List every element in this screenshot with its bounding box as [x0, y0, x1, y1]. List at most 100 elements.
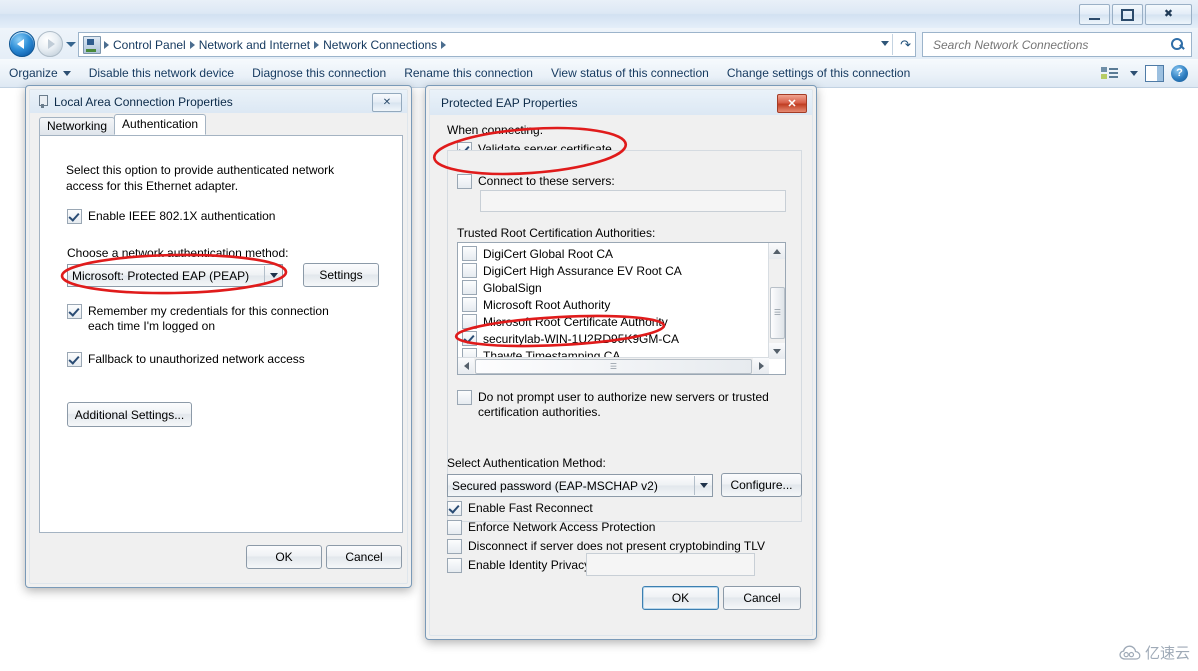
tab-authentication[interactable]: Authentication: [114, 114, 207, 135]
close-button[interactable]: ✖: [1145, 4, 1192, 25]
back-button[interactable]: [9, 31, 35, 57]
list-item[interactable]: GlobalSign: [458, 279, 768, 296]
enable-8021x-checkbox[interactable]: [67, 209, 82, 224]
explorer-window: ✖ Control Panel Network and Internet Net…: [0, 0, 1198, 671]
diagnose-connection-button[interactable]: Diagnose this connection: [243, 66, 395, 80]
breadcrumb-separator-icon: [441, 40, 447, 49]
organize-menu[interactable]: Organize: [0, 66, 80, 80]
enable-fast-reconnect-checkbox[interactable]: [447, 501, 462, 516]
trusted-roots-horizontal-scrollbar[interactable]: ☰: [458, 357, 769, 374]
lan-cancel-button[interactable]: Cancel: [326, 545, 402, 569]
peap-dialog-close-button[interactable]: ✕: [777, 94, 807, 113]
trusted-root-checkbox[interactable]: [462, 331, 477, 346]
arrow-left-icon: [17, 39, 24, 49]
servers-input[interactable]: [480, 190, 786, 212]
list-item[interactable]: DigiCert High Assurance EV Root CA: [458, 262, 768, 279]
breadcrumb-network-connections[interactable]: Network Connections: [319, 38, 441, 52]
breadcrumb-control-panel[interactable]: Control Panel: [109, 38, 190, 52]
disable-device-button[interactable]: Disable this network device: [80, 66, 243, 80]
scroll-up-button[interactable]: [769, 243, 785, 259]
enforce-nap-checkbox[interactable]: [447, 520, 462, 535]
trusted-root-label: securitylab-WIN-1U2RD95K9GM-CA: [483, 331, 680, 346]
views-chevron-down-icon[interactable]: [1130, 70, 1138, 76]
thumb-grip-icon: ☰: [773, 308, 782, 317]
list-item[interactable]: Microsoft Root Authority: [458, 296, 768, 313]
trusted-root-checkbox[interactable]: [462, 263, 477, 278]
lan-dialog-close-button[interactable]: ✕: [372, 93, 402, 112]
restore-icon: [1121, 8, 1134, 21]
change-settings-button[interactable]: Change settings of this connection: [718, 66, 919, 80]
enable-fast-reconnect-row[interactable]: Enable Fast Reconnect: [447, 501, 593, 516]
forward-button[interactable]: [37, 31, 63, 57]
do-not-prompt-checkbox[interactable]: [457, 390, 472, 405]
refresh-icon[interactable]: ↷: [900, 36, 911, 53]
close-icon: ✕: [787, 98, 797, 110]
minimize-button[interactable]: [1079, 4, 1110, 25]
trusted-root-checkbox[interactable]: [462, 314, 477, 329]
fallback-checkbox-row[interactable]: Fallback to unauthorized network access: [67, 352, 367, 367]
trusted-root-checkbox[interactable]: [462, 280, 477, 295]
disconnect-cryptobinding-checkbox[interactable]: [447, 539, 462, 554]
chevron-down-icon[interactable]: [694, 476, 712, 495]
do-not-prompt-row[interactable]: Do not prompt user to authorize new serv…: [457, 390, 777, 420]
auth-method-combobox[interactable]: Microsoft: Protected EAP (PEAP): [67, 264, 283, 287]
view-status-button[interactable]: View status of this connection: [542, 66, 718, 80]
help-icon[interactable]: ?: [1171, 64, 1188, 82]
trusted-root-label: DigiCert Global Root CA: [483, 246, 614, 261]
lan-ok-button[interactable]: OK: [246, 545, 322, 569]
configure-button[interactable]: Configure...: [721, 473, 802, 497]
scrollbar-thumb[interactable]: ☰: [770, 287, 785, 339]
disconnect-cryptobinding-row[interactable]: Disconnect if server does not present cr…: [447, 539, 765, 554]
settings-button[interactable]: Settings: [303, 263, 379, 287]
additional-settings-button[interactable]: Additional Settings...: [67, 402, 192, 427]
search-input[interactable]: [931, 34, 1168, 55]
recent-pages-chevron-icon[interactable]: [66, 42, 76, 47]
trusted-roots-vertical-scrollbar[interactable]: ☰: [768, 243, 785, 359]
trusted-roots-listbox[interactable]: DigiCert Global Root CA DigiCert High As…: [457, 242, 786, 375]
enforce-nap-row[interactable]: Enforce Network Access Protection: [447, 520, 655, 535]
scroll-left-button[interactable]: [458, 358, 474, 374]
enable-8021x-checkbox-row[interactable]: Enable IEEE 802.1X authentication: [67, 209, 367, 224]
rename-connection-button[interactable]: Rename this connection: [395, 66, 542, 80]
trusted-root-label: DigiCert High Assurance EV Root CA: [483, 263, 682, 278]
search-icon: [1168, 35, 1188, 55]
breadcrumb-network-and-internet[interactable]: Network and Internet: [195, 38, 314, 52]
tab-networking[interactable]: Networking: [39, 117, 116, 135]
list-item[interactable]: securitylab-WIN-1U2RD95K9GM-CA: [458, 330, 768, 347]
preview-pane-icon[interactable]: [1145, 64, 1164, 82]
enable-identity-privacy-checkbox[interactable]: [447, 558, 462, 573]
remember-credentials-checkbox[interactable]: [67, 304, 82, 319]
enable-identity-privacy-row[interactable]: Enable Identity Privacy: [447, 558, 590, 573]
enable-identity-privacy-label: Enable Identity Privacy: [468, 558, 591, 572]
enable-8021x-label: Enable IEEE 802.1X authentication: [88, 209, 276, 223]
identity-privacy-input[interactable]: [586, 553, 755, 576]
trusted-root-checkbox[interactable]: [462, 297, 477, 312]
fallback-checkbox[interactable]: [67, 352, 82, 367]
peap-dialog-title: Protected EAP Properties: [441, 95, 578, 110]
peap-ok-button[interactable]: OK: [642, 586, 719, 610]
scrollbar-thumb[interactable]: ☰: [475, 359, 752, 374]
trusted-root-checkbox[interactable]: [462, 246, 477, 261]
scroll-down-button[interactable]: [769, 343, 785, 359]
auth-method-combobox[interactable]: Secured password (EAP-MSCHAP v2): [447, 474, 713, 497]
connect-to-these-servers-row[interactable]: Connect to these servers:: [457, 174, 615, 189]
list-item[interactable]: DigiCert Global Root CA: [458, 245, 768, 262]
lan-dialog-inner: Local Area Connection Properties ✕ Netwo…: [29, 89, 408, 584]
command-bar-right: ?: [1101, 64, 1198, 82]
peap-cancel-button[interactable]: Cancel: [723, 586, 801, 610]
remember-credentials-checkbox-row[interactable]: Remember my credentials for this connect…: [67, 304, 357, 334]
fallback-label: Fallback to unauthorized network access: [88, 352, 305, 366]
search-box[interactable]: [922, 32, 1192, 57]
list-item[interactable]: Microsoft Root Certificate Authority: [458, 313, 768, 330]
address-bar[interactable]: Control Panel Network and Internet Netwo…: [78, 32, 916, 57]
connect-to-these-servers-checkbox[interactable]: [457, 174, 472, 189]
lan-dialog-titlebar: Local Area Connection Properties ✕: [30, 90, 407, 113]
views-icon[interactable]: [1101, 66, 1118, 81]
window-titlebar: ✖: [0, 0, 1198, 29]
auth-method-value: Secured password (EAP-MSCHAP v2): [452, 478, 658, 493]
restore-button[interactable]: [1112, 4, 1143, 25]
select-auth-method-label: Select Authentication Method:: [447, 456, 606, 470]
scroll-right-button[interactable]: [753, 358, 769, 374]
chevron-down-icon[interactable]: [264, 266, 282, 285]
address-dropdown-icon[interactable]: [881, 41, 889, 46]
